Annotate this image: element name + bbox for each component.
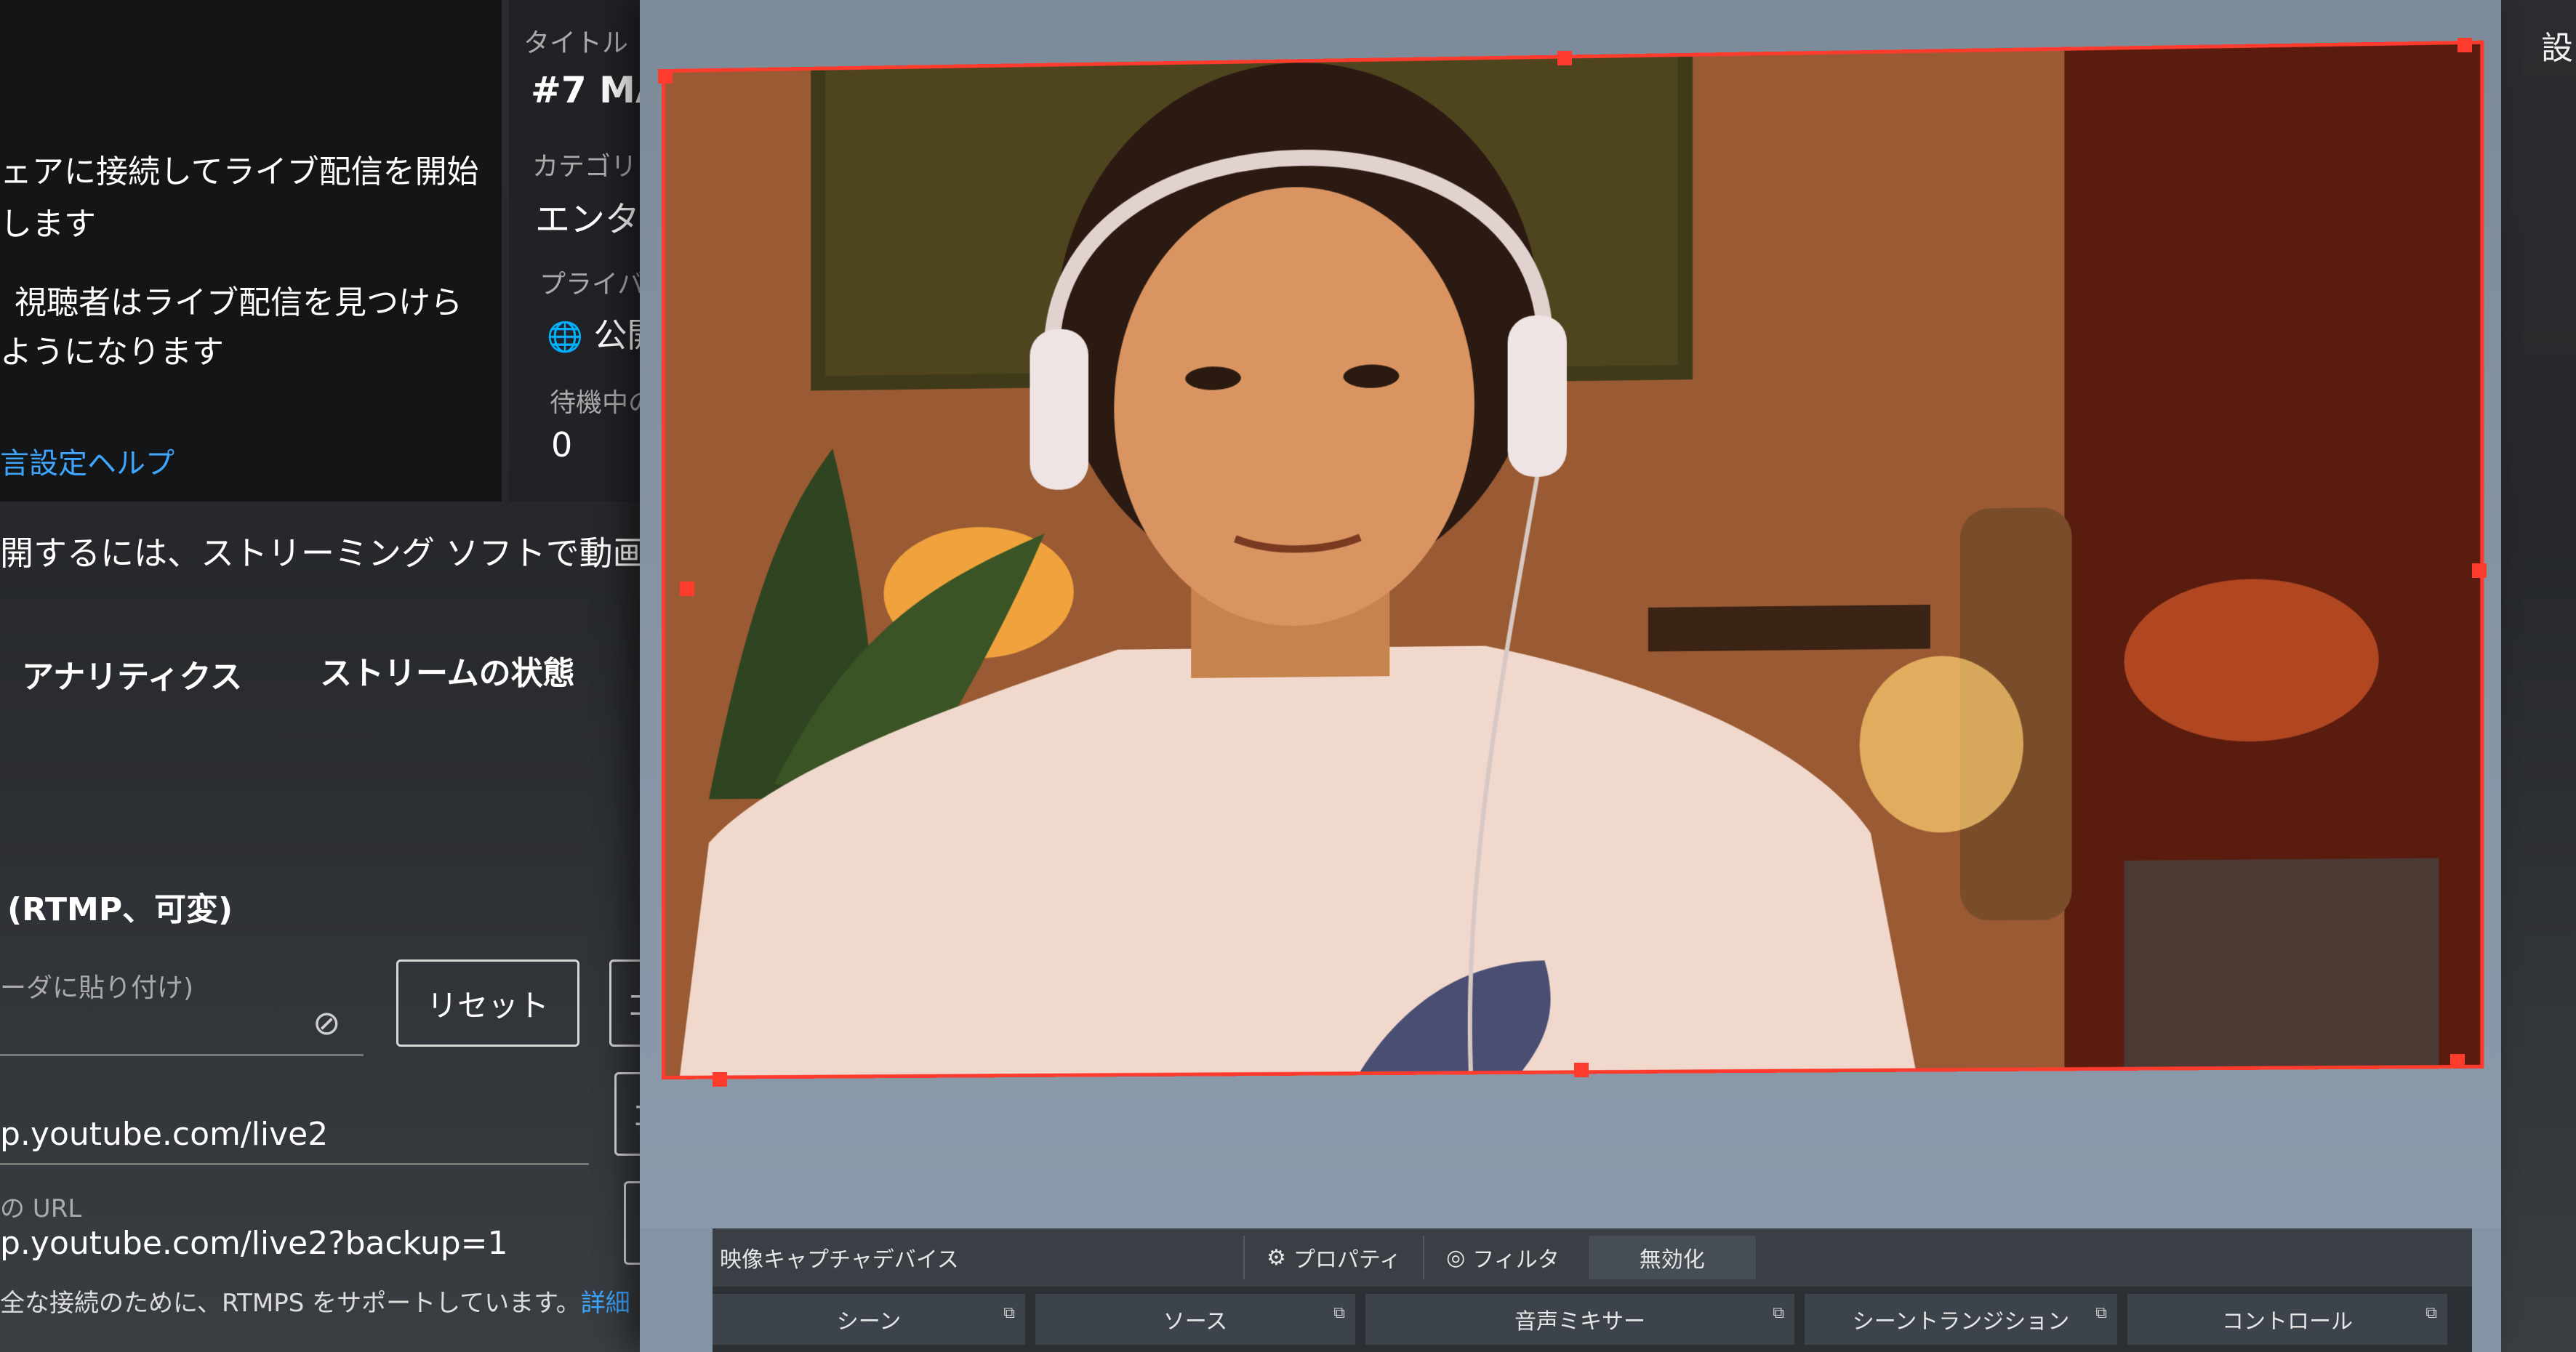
properties-button[interactable]: ⚙ プロパティ (1243, 1236, 1423, 1279)
controls-dock[interactable]: コントロール ⧉ (2127, 1294, 2447, 1345)
right-lamp-glow (1859, 655, 2023, 834)
stream-key-field-underline (0, 1054, 364, 1056)
scenes-dock[interactable]: シーン ⧉ (713, 1294, 1025, 1345)
filters-button[interactable]: ◎ フィルタ (1423, 1236, 1581, 1279)
obs-window: 設 映像キャプチャデバイス ⚙ プロパティ ◎ フィルタ 無効化 シーン ⧉ ソ… (640, 0, 2573, 1352)
rtmps-note-text: 全な接続のために、RTMPS をサポートしています。 (0, 1289, 581, 1318)
headphone-left-cup (1030, 329, 1089, 491)
dock-headers: シーン ⧉ ソース ⧉ 音声ミキサー ⧉ シーントランジション ⧉ コントロール… (713, 1294, 2472, 1352)
obs-menu-fragment: 設 (2541, 30, 2573, 67)
camera-preview[interactable] (661, 40, 2484, 1080)
server-url: p.youtube.com/live2 (0, 1116, 329, 1153)
waiting-viewers-value: 0 (551, 425, 573, 464)
setup-text-line2: します (0, 206, 96, 243)
title-label: タイトル (523, 28, 629, 58)
filter-icon: ◎ (1446, 1244, 1466, 1271)
controls-dock-title: コントロール (2222, 1309, 2353, 1335)
audio-mixer-dock[interactable]: 音声ミキサー ⧉ (1365, 1294, 1794, 1345)
setup-text-line3: 視聴者はライブ配信を見つけら (15, 284, 462, 321)
resize-handle-bottom-center[interactable] (1574, 1063, 1589, 1077)
obs-dock-area: 映像キャプチャデバイス ⚙ プロパティ ◎ フィルタ 無効化 シーン ⧉ ソース… (713, 1228, 2472, 1352)
resize-handle-middle-left[interactable] (680, 582, 694, 596)
stream-details-column: タイトル #7 MA カテゴリ エンター プライバシ 🌐 公開 待機中の視 0 (509, 0, 681, 502)
stream-setup-card: ェアに接続してライブ配信を開始 します 視聴者はライブ配信を見つけら ようになり… (0, 0, 502, 502)
camera-scene (665, 44, 2481, 1077)
resize-handle-bottom-right[interactable] (2450, 1054, 2465, 1069)
popout-icon[interactable]: ⧉ (1003, 1304, 1015, 1322)
backup-url: p.youtube.com/live2?backup=1 (0, 1225, 508, 1262)
setup-text-line4: ようになります (0, 334, 224, 371)
sources-dock[interactable]: ソース ⧉ (1035, 1294, 1355, 1345)
scene-transitions-dock[interactable]: シーントランジション ⧉ (1805, 1294, 2117, 1345)
resize-handle-top-left[interactable] (658, 69, 673, 84)
speaker (2124, 858, 2439, 1067)
rtmps-details-link[interactable]: 詳細 (581, 1289, 630, 1318)
source-toolbar: 映像キャプチャデバイス ⚙ プロパティ ◎ フィルタ 無効化 (713, 1228, 2472, 1287)
stream-key-label: ーダに貼り付け) (0, 973, 194, 1003)
popout-icon[interactable]: ⧉ (2425, 1304, 2437, 1322)
side-table (1648, 604, 1930, 652)
stream-type-heading: (RTMP、可変) (7, 891, 233, 928)
hide-key-icon[interactable]: ⊘ (313, 1003, 341, 1042)
scene-transitions-dock-title: シーントランジション (1852, 1309, 2070, 1335)
sources-dock-title: ソース (1163, 1309, 1228, 1335)
reset-button[interactable]: リセット (396, 959, 579, 1047)
disable-button[interactable]: 無効化 (1588, 1236, 1756, 1279)
backup-url-label: の URL (0, 1194, 82, 1223)
disable-label: 無効化 (1639, 1247, 1705, 1273)
selected-source-name: 映像キャプチャデバイス (720, 1247, 959, 1273)
scenes-dock-title: シーン (836, 1309, 902, 1335)
properties-label: プロパティ (1293, 1247, 1402, 1273)
resize-handle-top-right[interactable] (2457, 38, 2472, 52)
category-label: カテゴリ (532, 152, 638, 182)
gear-icon: ⚙ (1267, 1244, 1286, 1271)
filters-label: フィルタ (1472, 1247, 1560, 1273)
popout-icon[interactable]: ⧉ (2095, 1304, 2107, 1322)
resize-handle-middle-right[interactable] (2472, 563, 2487, 578)
resize-handle-top-center[interactable] (1557, 51, 1572, 65)
tab-stream-health[interactable]: ストリームの状態 (320, 647, 575, 693)
globe-icon: 🌐 (547, 321, 583, 354)
popout-icon[interactable]: ⧉ (1773, 1304, 1784, 1322)
popout-icon[interactable]: ⧉ (1333, 1304, 1345, 1322)
resize-handle-bottom-left[interactable] (713, 1072, 727, 1087)
audio-mixer-dock-title: 音声ミキサー (1514, 1309, 1645, 1335)
server-url-underline (0, 1163, 589, 1165)
rtmps-note: 全な接続のために、RTMPS をサポートしています。詳細 (0, 1283, 630, 1319)
streaming-software-notice: 開するには、ストリーミング ソフトで動画の送 (0, 534, 713, 573)
headphone-right-cup (1507, 315, 1567, 478)
setup-text-line1: ェアに接続してライブ配信を開始 (0, 153, 479, 190)
stream-settings-help-link[interactable]: 言設定ヘルプ (0, 440, 174, 482)
tab-analytics[interactable]: アナリティクス (22, 651, 242, 697)
